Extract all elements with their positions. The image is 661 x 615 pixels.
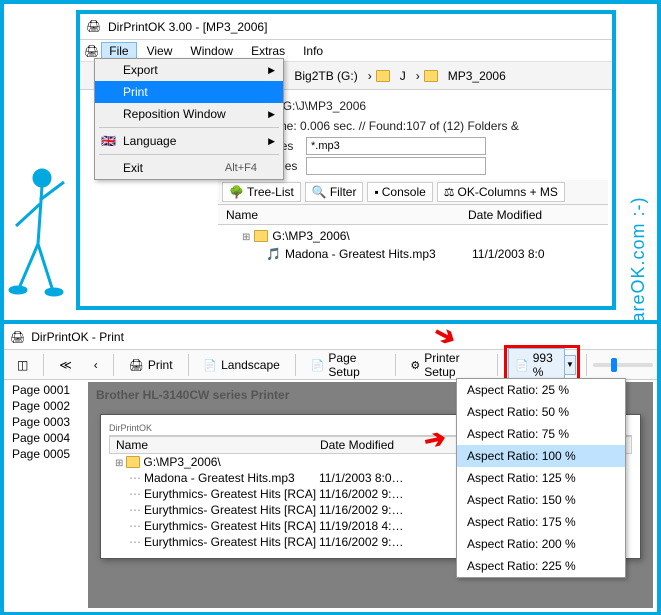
menu-print[interactable]: Print [95, 81, 283, 103]
menu-separator [99, 127, 279, 128]
app-icon [10, 330, 25, 344]
page-item[interactable]: Page 0003 [8, 414, 84, 430]
folder-icon [376, 70, 390, 82]
slider-thumb[interactable] [611, 358, 617, 372]
prev-all-button[interactable]: ≪ [50, 354, 81, 376]
aspect-ratio-dropdown: Aspect Ratio: 25 %Aspect Ratio: 50 %Aspe… [456, 378, 626, 578]
aspect-item[interactable]: Aspect Ratio: 25 % [457, 379, 625, 401]
page-item[interactable]: Page 0004 [8, 430, 84, 446]
tab-console[interactable]: ▪Console [367, 182, 432, 202]
tab-treelist[interactable]: 🌳Tree-List [222, 182, 301, 202]
col-name: Name [110, 438, 320, 452]
submenu-arrow-icon: ▶ [268, 109, 275, 120]
col-date: Date Modified [320, 438, 430, 452]
menu-file[interactable]: File [101, 42, 136, 60]
submenu-arrow-icon: ▶ [268, 136, 275, 147]
menu-view[interactable]: View [139, 42, 181, 60]
file-icon: 🎵 [266, 247, 281, 261]
include-input[interactable] [306, 137, 486, 155]
print-button[interactable]: Print [120, 354, 182, 376]
aspect-item[interactable]: Aspect Ratio: 125 % [457, 467, 625, 489]
app-icon-small [84, 44, 99, 58]
prev-button[interactable]: ‹ [85, 354, 107, 376]
aspect-item[interactable]: Aspect Ratio: 50 % [457, 401, 625, 423]
submenu-arrow-icon: ▶ [268, 65, 275, 76]
menu-export[interactable]: Export▶ [95, 59, 283, 81]
col-date[interactable]: Date Modified [468, 208, 588, 222]
decorative-stickman [4, 164, 72, 304]
page-icon [311, 358, 325, 372]
tabset: 🌳Tree-List 🔍Filter ▪Console ⚖OK-Columns … [218, 180, 608, 205]
page-list[interactable]: Page 0001Page 0002Page 0003Page 0004Page… [8, 382, 84, 462]
page-item[interactable]: Page 0005 [8, 446, 84, 462]
shortcut-label: Alt+F4 [225, 162, 257, 174]
aspect-item[interactable]: Aspect Ratio: 200 % [457, 533, 625, 555]
filter-icon: 🔍 [312, 185, 327, 199]
zoom-dropdown-button[interactable]: ▼ [565, 355, 577, 375]
landscape-button[interactable]: Landscape [194, 354, 288, 376]
file-row[interactable]: 🎵Madona - Greatest Hits.mp311/1/2003 8:0 [222, 245, 604, 263]
breadcrumb-drive[interactable]: Big2TB (G:) [288, 67, 363, 85]
window-title: DirPrintOK 3.00 - [MP3_2006] [108, 20, 267, 34]
zoom-slider[interactable] [593, 363, 653, 367]
aspect-item[interactable]: Aspect Ratio: 150 % [457, 489, 625, 511]
exclude-input[interactable] [306, 157, 486, 175]
col-name[interactable]: Name [218, 208, 468, 222]
file-list[interactable]: G:\MP3_2006\ 🎵Madona - Greatest Hits.mp3… [218, 225, 608, 265]
tab-okcolumns[interactable]: ⚖OK-Columns + MS [437, 182, 565, 202]
titlebar[interactable]: DirPrintOK 3.00 - [MP3_2006] [80, 14, 612, 40]
zoom-button[interactable]: 993 % [508, 348, 565, 382]
app-icon [86, 19, 102, 35]
menu-language[interactable]: 🇬🇧Language▶ [95, 130, 283, 152]
menu-info[interactable]: Info [295, 42, 331, 60]
folder-icon [424, 70, 438, 82]
menu-separator [99, 154, 279, 155]
file-header[interactable]: Name Date Modified [218, 205, 608, 225]
menu-reposition[interactable]: Reposition Window▶ [95, 103, 283, 125]
aspect-item[interactable]: Aspect Ratio: 175 % [457, 511, 625, 533]
print-window-title: DirPrintOK - Print [31, 330, 124, 344]
aspect-item[interactable]: Aspect Ratio: 100 % [457, 445, 625, 467]
console-icon: ▪ [374, 185, 378, 199]
breadcrumb-j[interactable]: J [394, 67, 412, 85]
aspect-item[interactable]: Aspect Ratio: 75 % [457, 423, 625, 445]
panel-toggle-button[interactable]: ◫ [8, 354, 37, 376]
menu-exit[interactable]: ExitAlt+F4 [95, 157, 283, 179]
printer-icon [129, 358, 144, 372]
tree-icon: 🌳 [229, 185, 244, 199]
pagesetup-button[interactable]: Page Setup [302, 347, 389, 383]
tab-filter[interactable]: 🔍Filter [305, 182, 364, 202]
gavel-icon: ⚖ [444, 185, 455, 199]
menu-extras[interactable]: Extras [243, 42, 293, 60]
file-row-root[interactable]: G:\MP3_2006\ [222, 227, 604, 245]
flag-icon: 🇬🇧 [101, 134, 116, 148]
print-toolbar: ◫ ≪ ‹ Print Landscape Page Setup Printer… [4, 350, 657, 380]
file-menu-dropdown: Export▶ Print Reposition Window▶ 🇬🇧Langu… [94, 58, 284, 180]
page-item[interactable]: Page 0001 [8, 382, 84, 398]
zoom-icon [515, 358, 529, 372]
collapse-icon[interactable] [242, 229, 250, 243]
folder-path: G:\J\MP3_2006 [283, 99, 366, 113]
aspect-item[interactable]: Aspect Ratio: 225 % [457, 555, 625, 577]
page-item[interactable]: Page 0002 [8, 398, 84, 414]
landscape-icon [203, 358, 217, 372]
breadcrumb-folder[interactable]: MP3_2006 [442, 67, 512, 85]
folder-icon [254, 230, 268, 242]
gear-icon [410, 358, 420, 372]
menu-window[interactable]: Window [182, 42, 241, 60]
